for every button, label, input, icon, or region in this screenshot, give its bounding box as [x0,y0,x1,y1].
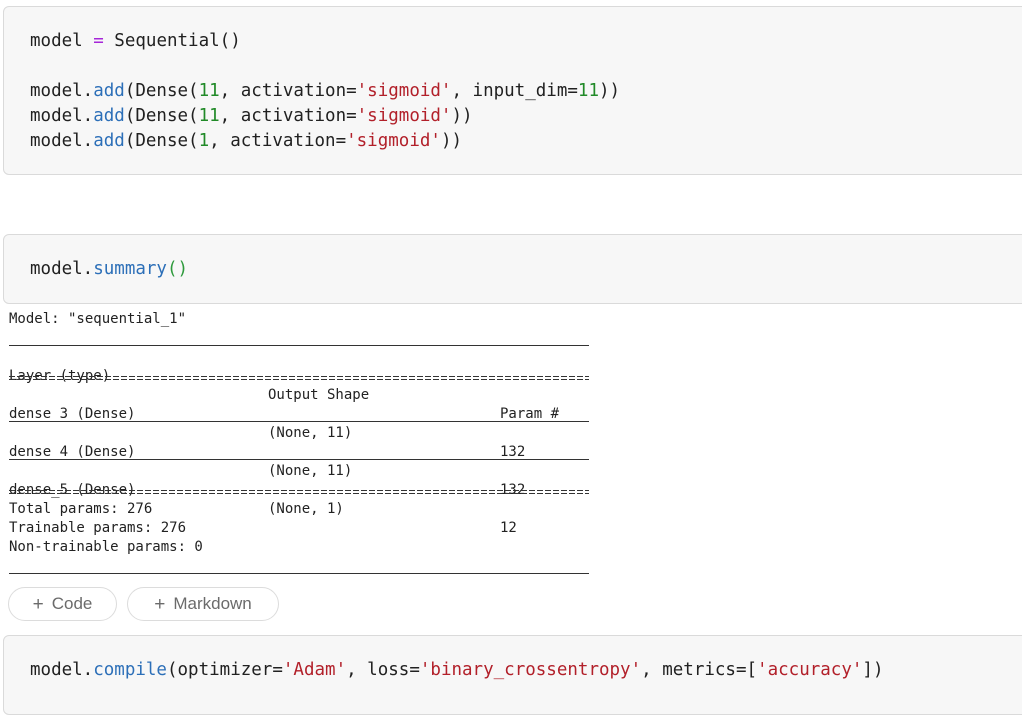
code-cell-1[interactable]: model = Sequential() model.add(Dense(11,… [3,6,1022,175]
total-params: Total params: 276 [9,501,153,517]
table-row: dense_5 (Dense) (None, 1) 12 [9,462,589,536]
divider [9,573,589,574]
code-line: model.compile(optimizer='Adam', loss='bi… [30,660,884,680]
summary-header: Layer (type) Output Shape Param # [9,348,589,422]
code-cell-3[interactable]: model.compile(optimizer='Adam', loss='bi… [3,635,1022,715]
code-line: model.add(Dense(11, activation='sigmoid'… [30,106,473,126]
add-markdown-label: Markdown [173,594,252,613]
code-line: model.add(Dense(1, activation='sigmoid')… [30,131,463,151]
table-row: dense_4 (Dense) (None, 11) 132 [9,424,589,498]
double-divider [9,490,589,494]
param-count: 12 [500,520,517,536]
divider [9,421,589,422]
code-line: model.add(Dense(11, activation='sigmoid'… [30,81,621,101]
code-line: model = Sequential() [30,31,241,51]
add-markdown-button[interactable]: + Markdown [127,587,279,621]
divider [9,459,589,460]
plus-icon: + [32,593,44,615]
output-shape: (None, 1) [268,501,344,517]
table-row: dense_3 (Dense) (None, 11) 132 [9,386,589,460]
model-name-line: Model: "sequential_1" [9,311,187,327]
divider [9,345,589,346]
double-divider [9,376,589,380]
code-line: model.summary() [30,259,189,279]
trainable-params: Trainable params: 276 [9,520,187,536]
code-cell-2[interactable]: model.summary() [3,234,1022,304]
plus-icon: + [154,593,166,615]
add-code-label: Code [51,594,93,613]
add-code-button[interactable]: + Code [8,587,117,621]
non-trainable-params: Non-trainable params: 0 [9,539,203,555]
